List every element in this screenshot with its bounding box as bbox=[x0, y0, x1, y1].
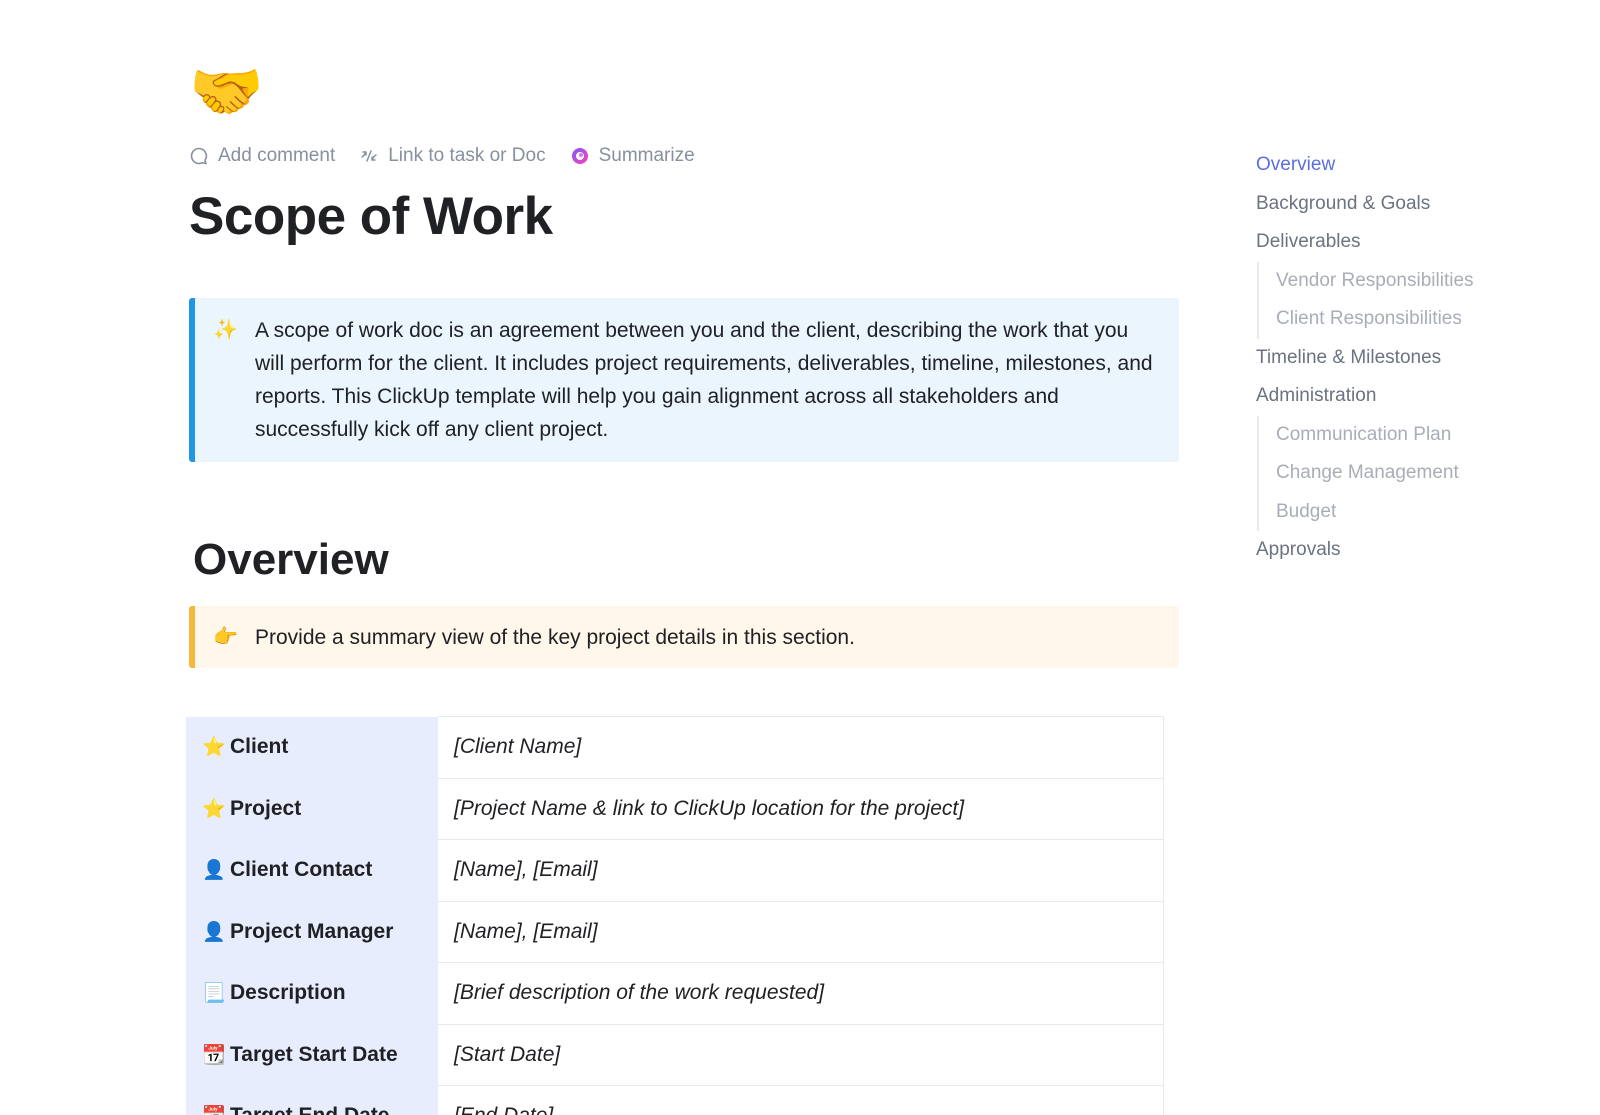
row-label: Target End Date bbox=[230, 1104, 389, 1115]
table-value-cell[interactable]: [Start Date] bbox=[438, 1024, 1164, 1086]
toc-item-communication-plan[interactable]: Communication Plan bbox=[1259, 416, 1556, 455]
star-icon: ⭐ bbox=[202, 737, 226, 758]
table-row: ⭐ Project [Project Name & link to ClickUp… bbox=[186, 778, 1164, 840]
sparkles-icon: ✨ bbox=[213, 319, 238, 341]
calendar-icon: 📆 bbox=[202, 1044, 226, 1066]
pointing-hand-icon: 👉 bbox=[213, 625, 238, 648]
toc-item-timeline-milestones[interactable]: Timeline & Milestones bbox=[1256, 339, 1556, 378]
overview-table: ⭐ Client [Client Name] ⭐ Project [Project … bbox=[186, 716, 1164, 1115]
add-comment-button[interactable]: Add comment bbox=[189, 145, 335, 167]
toc-item-administration[interactable]: Administration bbox=[1256, 377, 1556, 416]
table-value-cell[interactable]: [End Date] bbox=[438, 1085, 1164, 1115]
overview-callout[interactable]: 👉 Provide a summary view of the key proj… bbox=[189, 606, 1179, 668]
table-key-cell[interactable]: 📆 Target Start Date bbox=[186, 1024, 438, 1086]
star-icon: ⭐ bbox=[202, 798, 226, 820]
toc-item-vendor-responsibilities[interactable]: Vendor Responsibilities bbox=[1259, 262, 1556, 301]
table-value-cell[interactable]: [Project Name & link to ClickUp location… bbox=[438, 778, 1164, 840]
overview-heading[interactable]: Overview bbox=[193, 534, 1179, 586]
toc-item-approvals[interactable]: Approvals bbox=[1256, 531, 1556, 570]
toc-item-budget[interactable]: Budget bbox=[1259, 493, 1556, 532]
row-label: Description bbox=[230, 981, 346, 1005]
toc-item-background-goals[interactable]: Background & Goals bbox=[1256, 185, 1556, 224]
table-row: 📆Target End Date [End Date] bbox=[186, 1085, 1164, 1115]
doc-actions: Add comment Link to task or Doc Summariz… bbox=[189, 142, 1179, 170]
page-title[interactable]: Scope of Work bbox=[189, 186, 1179, 248]
toc-group-administration: Communication Plan Change Management Bud… bbox=[1257, 415, 1556, 532]
row-label: Target Start Date bbox=[230, 1042, 398, 1066]
document-icon: 📃 bbox=[202, 983, 226, 1005]
table-row: ⭐ Client [Client Name] bbox=[186, 716, 1164, 779]
link-task-button[interactable]: Link to task or Doc bbox=[359, 145, 546, 167]
table-key-cell[interactable]: 📆Target End Date bbox=[186, 1085, 438, 1115]
summarize-label: Summarize bbox=[598, 145, 695, 166]
table-key-cell[interactable]: 📃 Description bbox=[186, 962, 438, 1025]
ai-sparkle-icon bbox=[571, 148, 588, 164]
table-key-cell[interactable]: ⭐ Project bbox=[186, 778, 438, 840]
table-value-cell[interactable]: [Name], [Email] bbox=[438, 839, 1164, 902]
table-value-cell[interactable]: [Client Name] bbox=[438, 716, 1164, 779]
toc-item-client-responsibilities[interactable]: Client Responsibilities bbox=[1259, 300, 1556, 339]
table-row: 📃 Description [Brief description of the w… bbox=[186, 962, 1164, 1025]
table-key-cell[interactable]: 👤 Client Contact bbox=[186, 839, 438, 902]
table-row: 👤 Client Contact [Name], [Email] bbox=[186, 839, 1164, 902]
toc-group-deliverables: Vendor Responsibilities Client Responsib… bbox=[1257, 261, 1556, 339]
handshake-icon: 🤝 bbox=[189, 58, 264, 125]
row-label: Client bbox=[230, 735, 289, 758]
table-row: 👤 Project Manager [Name], [Email] bbox=[186, 901, 1164, 963]
table-value-cell[interactable]: [Name], [Email] bbox=[438, 901, 1164, 963]
intro-callout-text: A scope of work doc is an agreement betw… bbox=[255, 319, 1153, 441]
comment-icon bbox=[190, 147, 208, 165]
row-label: Client Contact bbox=[230, 858, 373, 882]
summarize-button[interactable]: Summarize bbox=[570, 145, 695, 167]
row-label: Project Manager bbox=[230, 919, 394, 943]
page-icon[interactable]: 🤝 bbox=[189, 56, 1179, 128]
overview-callout-text: Provide a summary view of the key projec… bbox=[255, 625, 855, 649]
calendar-icon: 📆 bbox=[202, 1104, 230, 1115]
person-icon: 👤 bbox=[202, 921, 226, 943]
link-task-label: Link to task or Doc bbox=[388, 145, 546, 166]
person-icon: 👤 bbox=[202, 860, 226, 882]
toc-item-change-management[interactable]: Change Management bbox=[1259, 454, 1556, 493]
toc-item-deliverables[interactable]: Deliverables bbox=[1256, 223, 1556, 262]
link-icon bbox=[361, 150, 377, 162]
row-label: Project bbox=[230, 796, 302, 820]
table-key-cell[interactable]: ⭐ Client bbox=[186, 716, 438, 779]
table-row: 📆 Target Start Date [Start Date] bbox=[186, 1024, 1164, 1086]
document-body: 🤝 Add comment Link to task or Doc Summar… bbox=[189, 56, 1179, 668]
add-comment-label: Add comment bbox=[218, 145, 336, 166]
table-key-cell[interactable]: 👤 Project Manager bbox=[186, 901, 438, 963]
table-value-cell[interactable]: [Brief description of the work requested… bbox=[438, 962, 1164, 1025]
toc-item-overview[interactable]: Overview bbox=[1256, 146, 1556, 185]
intro-callout[interactable]: ✨ A scope of work doc is an agreement be… bbox=[189, 298, 1179, 462]
document-page: 🤝 Add comment Link to task or Doc Summar… bbox=[0, 0, 1600, 1115]
table-of-contents: Overview Background & Goals Deliverables… bbox=[1256, 146, 1556, 570]
